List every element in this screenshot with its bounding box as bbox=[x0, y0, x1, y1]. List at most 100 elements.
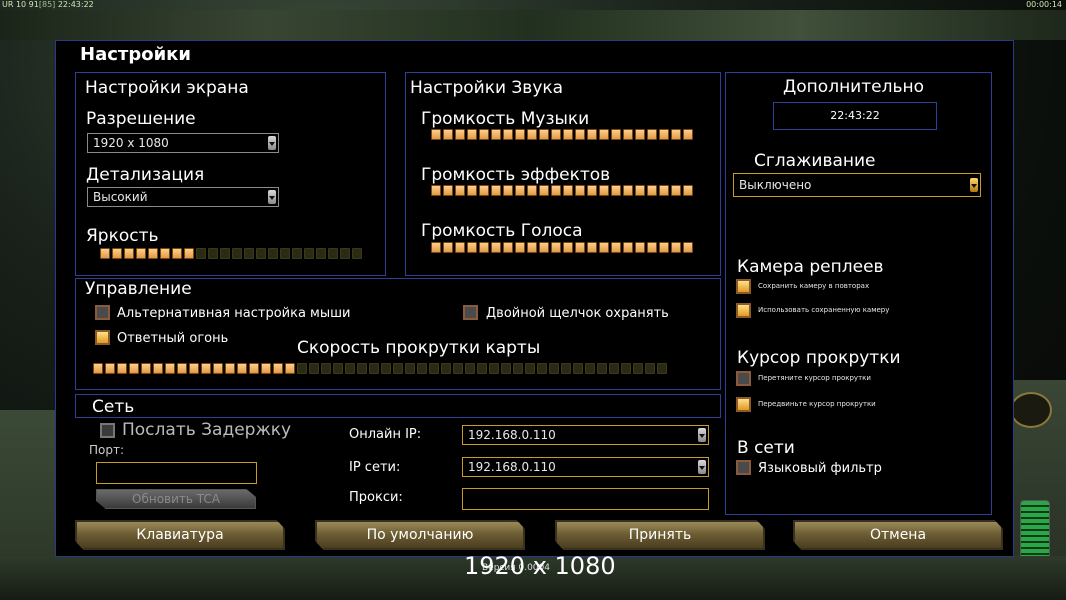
slider-segment bbox=[647, 185, 657, 196]
language-filter-label: Языковый фильтр bbox=[758, 461, 882, 476]
slider-segment bbox=[491, 242, 501, 253]
detail-label: Детализация bbox=[86, 165, 205, 185]
port-input[interactable] bbox=[96, 462, 257, 484]
voice-volume-slider[interactable] bbox=[431, 242, 693, 254]
slider-segment bbox=[443, 185, 453, 196]
effects-volume-slider[interactable] bbox=[431, 185, 693, 197]
double-click-guard-checkbox[interactable] bbox=[463, 305, 478, 320]
accept-button[interactable]: Принять bbox=[555, 520, 765, 550]
slider-segment bbox=[93, 363, 103, 374]
lan-ip-value: 192.168.0.110 bbox=[468, 460, 556, 474]
music-volume-label: Громкость Музыки bbox=[421, 109, 590, 129]
slider-segment bbox=[443, 129, 453, 140]
scroll-speed-slider[interactable] bbox=[93, 363, 667, 375]
brightness-label: Яркость bbox=[86, 226, 159, 246]
resolution-overlay: 1920 x 1080 bbox=[464, 552, 616, 580]
move-scroll-cursor-checkbox[interactable] bbox=[736, 397, 751, 412]
slider-segment bbox=[321, 363, 331, 374]
detail-dropdown[interactable]: Высокий bbox=[87, 187, 279, 207]
drag-scroll-cursor-checkbox[interactable] bbox=[736, 371, 751, 386]
slider-segment bbox=[575, 185, 585, 196]
slider-segment bbox=[148, 248, 158, 259]
use-saved-camera-checkbox[interactable] bbox=[736, 303, 751, 318]
slider-segment bbox=[599, 185, 609, 196]
slider-segment bbox=[647, 129, 657, 140]
hud-clock: 22:43:22 bbox=[57, 0, 94, 9]
slider-segment bbox=[297, 363, 307, 374]
slider-segment bbox=[623, 242, 633, 253]
slider-segment bbox=[479, 185, 489, 196]
send-delay-label: Послать Задержку bbox=[122, 420, 292, 440]
slider-segment bbox=[201, 363, 211, 374]
slider-segment bbox=[551, 129, 561, 140]
update-tca-button[interactable]: Обновить TCA bbox=[96, 489, 256, 509]
slider-segment bbox=[561, 363, 571, 374]
slider-segment bbox=[587, 129, 597, 140]
slider-segment bbox=[611, 129, 621, 140]
alt-mouse-checkbox[interactable] bbox=[95, 305, 110, 320]
cancel-button[interactable]: Отмена bbox=[793, 520, 1003, 550]
return-fire-checkbox[interactable] bbox=[95, 330, 110, 345]
slider-segment bbox=[683, 129, 693, 140]
slider-segment bbox=[105, 363, 115, 374]
hud-resource-bracket: [85] bbox=[38, 0, 56, 9]
resolution-dropdown[interactable]: 1920 x 1080 bbox=[87, 133, 279, 153]
slider-segment bbox=[611, 242, 621, 253]
slider-segment bbox=[623, 129, 633, 140]
slider-segment bbox=[136, 248, 146, 259]
use-saved-camera-label: Использовать сохраненную камеру bbox=[758, 306, 890, 314]
language-filter-checkbox[interactable] bbox=[736, 460, 751, 475]
slider-segment bbox=[585, 363, 595, 374]
slider-segment bbox=[208, 248, 218, 259]
proxy-input[interactable] bbox=[462, 488, 709, 510]
scroll-cursor-title: Курсор прокрутки bbox=[737, 348, 901, 368]
slider-segment bbox=[124, 248, 134, 259]
slider-segment bbox=[280, 248, 290, 259]
slider-segment bbox=[184, 248, 194, 259]
slider-segment bbox=[575, 129, 585, 140]
slider-segment bbox=[501, 363, 511, 374]
slider-segment bbox=[429, 363, 439, 374]
slider-segment bbox=[237, 363, 247, 374]
proxy-label: Прокси: bbox=[349, 490, 403, 505]
send-delay-checkbox[interactable] bbox=[100, 423, 115, 438]
double-click-guard-label: Двойной щелчок охранять bbox=[486, 306, 669, 321]
music-volume-slider[interactable] bbox=[431, 129, 693, 141]
slider-segment bbox=[657, 363, 667, 374]
slider-segment bbox=[671, 242, 681, 253]
brightness-slider[interactable] bbox=[100, 248, 362, 260]
slider-segment bbox=[405, 363, 415, 374]
slider-segment bbox=[453, 363, 463, 374]
slider-segment bbox=[563, 242, 573, 253]
slider-segment bbox=[563, 185, 573, 196]
resolution-label: Разрешение bbox=[86, 109, 196, 129]
slider-segment bbox=[393, 363, 403, 374]
slider-segment bbox=[357, 363, 367, 374]
slider-segment bbox=[189, 363, 199, 374]
slider-segment bbox=[515, 129, 525, 140]
slider-segment bbox=[431, 129, 441, 140]
hud-status-left: UR 10 91[85] 22:43:22 bbox=[2, 0, 94, 9]
save-replay-camera-checkbox[interactable] bbox=[736, 279, 751, 294]
online-ip-dropdown[interactable]: 192.168.0.110 bbox=[462, 425, 709, 445]
slider-segment bbox=[515, 242, 525, 253]
slider-segment bbox=[525, 363, 535, 374]
lan-ip-dropdown[interactable]: 192.168.0.110 bbox=[462, 457, 709, 477]
antialias-dropdown[interactable]: Выключено bbox=[733, 173, 981, 197]
slider-segment bbox=[503, 129, 513, 140]
antialias-label: Сглаживание bbox=[754, 151, 876, 171]
defaults-button[interactable]: По умолчанию bbox=[315, 520, 525, 550]
controls-panel: Управление Альтернативная настройка мыши… bbox=[75, 278, 721, 390]
slider-segment bbox=[587, 242, 597, 253]
drag-scroll-cursor-label: Перетяните курсор прокрутки bbox=[758, 374, 871, 382]
detail-value: Высокий bbox=[93, 190, 148, 204]
slider-segment bbox=[633, 363, 643, 374]
slider-segment bbox=[515, 185, 525, 196]
slider-segment bbox=[465, 363, 475, 374]
radar-icon bbox=[1010, 392, 1052, 428]
slider-segment bbox=[431, 185, 441, 196]
slider-segment bbox=[635, 129, 645, 140]
keyboard-button[interactable]: Клавиатура bbox=[75, 520, 285, 550]
slider-segment bbox=[112, 248, 122, 259]
slider-segment bbox=[345, 363, 355, 374]
